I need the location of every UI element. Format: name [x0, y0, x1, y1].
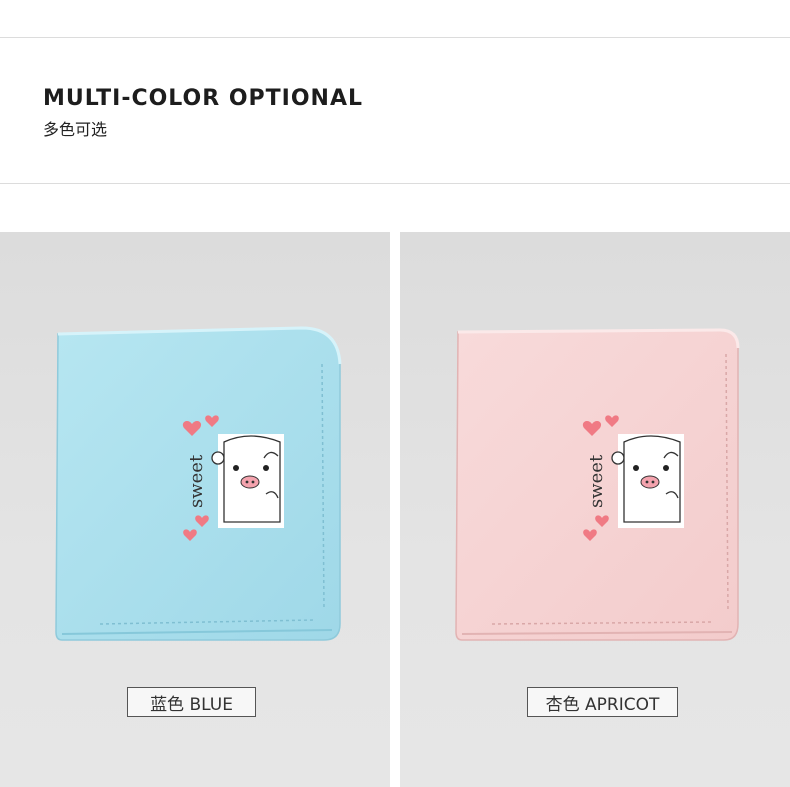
wallet-image-apricot: sweet: [455, 328, 740, 641]
color-label-blue: 蓝色 BLUE: [127, 687, 256, 717]
page-title: MULTI-COLOR OPTIONAL: [43, 86, 364, 111]
svg-text:sweet: sweet: [586, 454, 607, 508]
product-panel-blue[interactable]: sweet 蓝色 BLUE: [0, 232, 390, 787]
top-divider: [0, 37, 790, 38]
svg-text:sweet: sweet: [186, 454, 207, 508]
color-label-apricot: 杏色 APRICOT: [527, 687, 678, 717]
header-divider: [0, 183, 790, 184]
product-panel-apricot[interactable]: sweet 杏色 APRICOT: [400, 232, 790, 787]
page-subtitle: 多色可选: [43, 120, 108, 139]
wallet-image-blue: sweet: [55, 326, 342, 641]
